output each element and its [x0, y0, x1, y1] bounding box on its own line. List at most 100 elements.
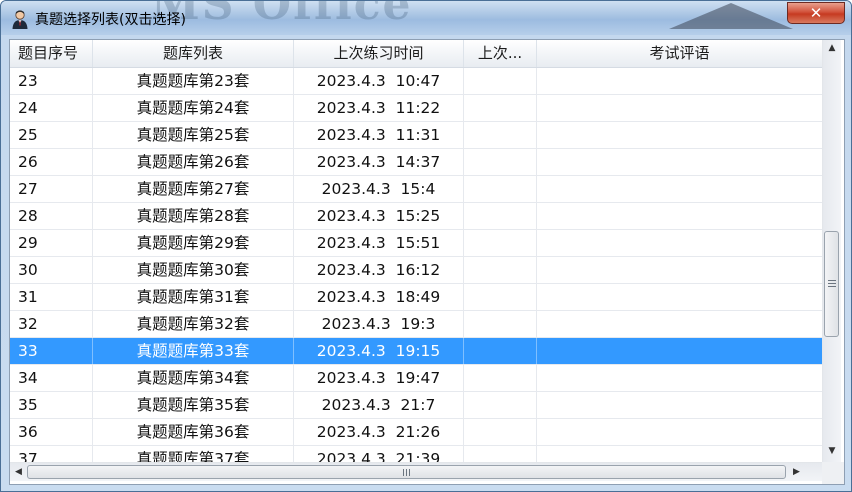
person-avatar-icon — [12, 10, 28, 29]
title-watermark: MS Office — [151, 0, 413, 30]
background-roof-graphic — [669, 3, 793, 29]
cell-number: 31 — [10, 284, 93, 310]
cell-number: 28 — [10, 203, 93, 229]
table-row[interactable]: 26 真题题库第26套 2023.4.3 14:37 — [10, 149, 822, 176]
cell-comment — [537, 149, 822, 175]
cell-comment — [537, 68, 822, 94]
table-row[interactable]: 23 真题题库第23套 2023.4.3 10:47 — [10, 68, 822, 95]
close-button[interactable]: ✕ — [787, 2, 845, 24]
cell-number: 29 — [10, 230, 93, 256]
cell-last-time: 2023.4.3 15:4 — [294, 176, 464, 202]
cell-last-score — [464, 203, 537, 229]
cell-last-time: 2023.4.3 18:49 — [294, 284, 464, 310]
table-row[interactable]: 27 真题题库第27套 2023.4.3 15:4 — [10, 176, 822, 203]
cell-last-time: 2023.4.3 16:12 — [294, 257, 464, 283]
column-header-bank[interactable]: 题库列表 — [93, 40, 294, 67]
window-title: 真题选择列表(双击选择) — [35, 12, 186, 28]
cell-bank-name: 真题题库第36套 — [93, 419, 294, 445]
cell-number: 36 — [10, 419, 93, 445]
grip-line — [828, 286, 836, 287]
arrow-right-icon[interactable]: ▶ — [788, 463, 805, 481]
horizontal-scrollbar[interactable]: ◀ ▶ — [10, 462, 822, 481]
table-row[interactable]: 31 真题题库第31套 2023.4.3 18:49 — [10, 284, 822, 311]
table-row[interactable]: 34 真题题库第34套 2023.4.3 19:47 — [10, 365, 822, 392]
cell-number: 25 — [10, 122, 93, 148]
cell-number: 33 — [10, 338, 93, 364]
cell-last-time: 2023.4.3 19:47 — [294, 365, 464, 391]
cell-last-time: 2023.4.3 15:51 — [294, 230, 464, 256]
cell-number: 34 — [10, 365, 93, 391]
column-header-number[interactable]: 题目序号 — [10, 40, 93, 67]
cell-bank-name: 真题题库第24套 — [93, 95, 294, 121]
vertical-scroll-thumb[interactable] — [824, 231, 839, 337]
cell-comment — [537, 311, 822, 337]
cell-comment — [537, 203, 822, 229]
grip-line — [406, 469, 407, 476]
table-body: 23 真题题库第23套 2023.4.3 10:47 24 真题题库第24套 2023.4… — [10, 68, 822, 473]
cell-comment — [537, 338, 822, 364]
cell-number: 35 — [10, 392, 93, 418]
cell-bank-name: 真题题库第26套 — [93, 149, 294, 175]
cell-last-time: 2023.4.3 11:31 — [294, 122, 464, 148]
grip-line — [403, 469, 404, 476]
cell-bank-name: 真题题库第28套 — [93, 203, 294, 229]
arrow-down-icon[interactable]: ▼ — [823, 443, 841, 460]
cell-comment — [537, 284, 822, 310]
cell-last-score — [464, 257, 537, 283]
cell-last-time: 2023.4.3 11:22 — [294, 95, 464, 121]
table-row[interactable]: 30 真题题库第30套 2023.4.3 16:12 — [10, 257, 822, 284]
cell-comment — [537, 392, 822, 418]
cell-last-score — [464, 284, 537, 310]
cell-number: 26 — [10, 149, 93, 175]
cell-last-score — [464, 365, 537, 391]
cell-last-score — [464, 338, 537, 364]
cell-comment — [537, 419, 822, 445]
cell-bank-name: 真题题库第35套 — [93, 392, 294, 418]
cell-last-score — [464, 176, 537, 202]
table-row[interactable]: 28 真题题库第28套 2023.4.3 15:25 — [10, 203, 822, 230]
column-header-last-time[interactable]: 上次练习时间 — [294, 40, 464, 67]
table-row[interactable]: 33 真题题库第33套 2023.4.3 19:15 — [10, 338, 822, 365]
cell-last-time: 2023.4.3 10:47 — [294, 68, 464, 94]
vertical-scrollbar[interactable]: ▲ ▼ — [822, 40, 841, 462]
cell-last-score — [464, 230, 537, 256]
column-header-last-score[interactable]: 上次... — [464, 40, 537, 67]
cell-bank-name: 真题题库第30套 — [93, 257, 294, 283]
table-row[interactable]: 35 真题题库第35套 2023.4.3 21:7 — [10, 392, 822, 419]
arrow-left-icon[interactable]: ◀ — [10, 463, 27, 481]
column-header-comment[interactable]: 考试评语 — [537, 40, 822, 67]
cell-last-time: 2023.4.3 19:15 — [294, 338, 464, 364]
grip-line — [409, 469, 410, 476]
cell-last-score — [464, 392, 537, 418]
cell-bank-name: 真题题库第33套 — [93, 338, 294, 364]
cell-last-time: 2023.4.3 21:7 — [294, 392, 464, 418]
cell-comment — [537, 176, 822, 202]
cell-last-score — [464, 122, 537, 148]
arrow-up-icon[interactable]: ▲ — [823, 40, 841, 57]
table-row[interactable]: 32 真题题库第32套 2023.4.3 19:3 — [10, 311, 822, 338]
cell-last-time: 2023.4.3 19:3 — [294, 311, 464, 337]
grip-line — [828, 283, 836, 284]
cell-bank-name: 真题题库第27套 — [93, 176, 294, 202]
cell-number: 24 — [10, 95, 93, 121]
cell-number: 23 — [10, 68, 93, 94]
title-bar[interactable]: MS Office 真题选择列表(双击选择) ✕ — [1, 1, 851, 35]
cell-last-score — [464, 149, 537, 175]
cell-comment — [537, 95, 822, 121]
cell-bank-name: 真题题库第29套 — [93, 230, 294, 256]
table-row[interactable]: 24 真题题库第24套 2023.4.3 11:22 — [10, 95, 822, 122]
cell-last-score — [464, 311, 537, 337]
list-view[interactable]: 题目序号 题库列表 上次练习时间 上次... 考试评语 23 真题题库第23套 20… — [9, 39, 845, 485]
table-header: 题目序号 题库列表 上次练习时间 上次... 考试评语 — [10, 40, 822, 68]
cell-last-time: 2023.4.3 14:37 — [294, 149, 464, 175]
table-row[interactable]: 36 真题题库第36套 2023.4.3 21:26 — [10, 419, 822, 446]
cell-bank-name: 真题题库第31套 — [93, 284, 294, 310]
cell-last-score — [464, 419, 537, 445]
cell-last-time: 2023.4.3 15:25 — [294, 203, 464, 229]
horizontal-scroll-thumb[interactable] — [27, 465, 786, 479]
cell-number: 27 — [10, 176, 93, 202]
cell-number: 32 — [10, 311, 93, 337]
table-row[interactable]: 25 真题题库第25套 2023.4.3 11:31 — [10, 122, 822, 149]
table-row[interactable]: 29 真题题库第29套 2023.4.3 15:51 — [10, 230, 822, 257]
dialog-window: MS Office 真题选择列表(双击选择) ✕ 题目序号 题库列表 上次练习时… — [0, 0, 852, 492]
